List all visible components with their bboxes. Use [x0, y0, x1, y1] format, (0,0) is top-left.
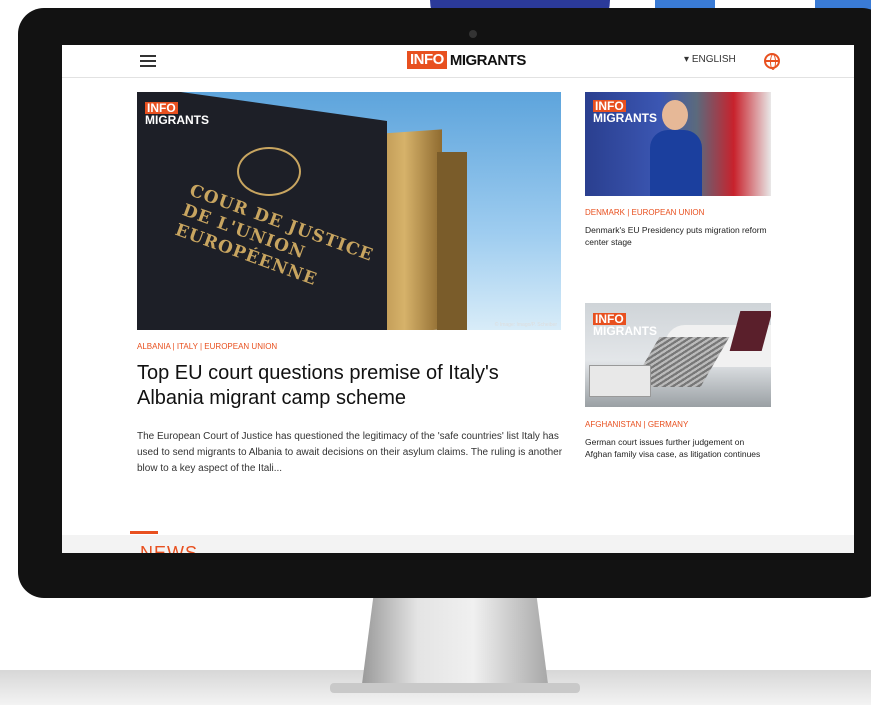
monitor-stand-base: [330, 683, 580, 693]
chevron-down-icon: ▾: [684, 54, 690, 65]
side-article-tags[interactable]: DENMARK | EUROPEAN UNION: [585, 208, 704, 217]
infomigrants-badge: INFO MIGRANTS: [145, 101, 209, 127]
monitor-stand: [362, 598, 548, 684]
infomigrants-badge: INFO MIGRANTS: [593, 99, 657, 125]
image-credit: © Image: Imago/P. Scheiber: [494, 322, 557, 328]
main-article-image[interactable]: COUR DE JUSTICE DE L'UNION EUROPÉENNE IN…: [137, 92, 561, 330]
hamburger-menu-icon[interactable]: [140, 55, 156, 67]
side-article-tags[interactable]: AFGHANISTAN | GERMANY: [585, 420, 688, 429]
infomigrants-badge: INFO MIGRANTS: [593, 312, 657, 338]
speaker-figure: [650, 100, 702, 196]
side-article-image[interactable]: INFO MIGRANTS: [585, 303, 771, 407]
court-tower-shadow: [437, 152, 467, 330]
main-article-tags[interactable]: ALBANIA | ITALY | EUROPEAN UNION: [137, 342, 277, 351]
logo-migrants: MIGRANTS: [449, 51, 527, 69]
website-screen: INFO MIGRANTS ▾ ENGLISH COUR DE JUSTICE …: [62, 45, 854, 553]
curia-crest-icon: [237, 147, 301, 196]
side-article-image[interactable]: INFO MIGRANTS: [585, 92, 771, 196]
globe-icon[interactable]: [764, 53, 780, 70]
logo-info: INFO: [407, 51, 447, 69]
language-selector[interactable]: ▾ ENGLISH: [684, 54, 736, 65]
language-label: ENGLISH: [691, 54, 736, 65]
airport-bus: [589, 365, 651, 397]
webcam: [469, 30, 477, 38]
section-accent: [130, 531, 158, 534]
side-article-title[interactable]: German court issues further judgement on…: [585, 436, 771, 460]
main-article-summary: The European Court of Justice has questi…: [137, 431, 563, 474]
site-logo[interactable]: INFO MIGRANTS: [407, 51, 526, 69]
site-header: INFO MIGRANTS ▾ ENGLISH: [62, 45, 854, 78]
side-article-title[interactable]: Denmark's EU Presidency puts migration r…: [585, 224, 771, 248]
main-article-title[interactable]: Top EU court questions premise of Italy'…: [137, 361, 567, 411]
section-title: NEWS: [140, 543, 198, 553]
